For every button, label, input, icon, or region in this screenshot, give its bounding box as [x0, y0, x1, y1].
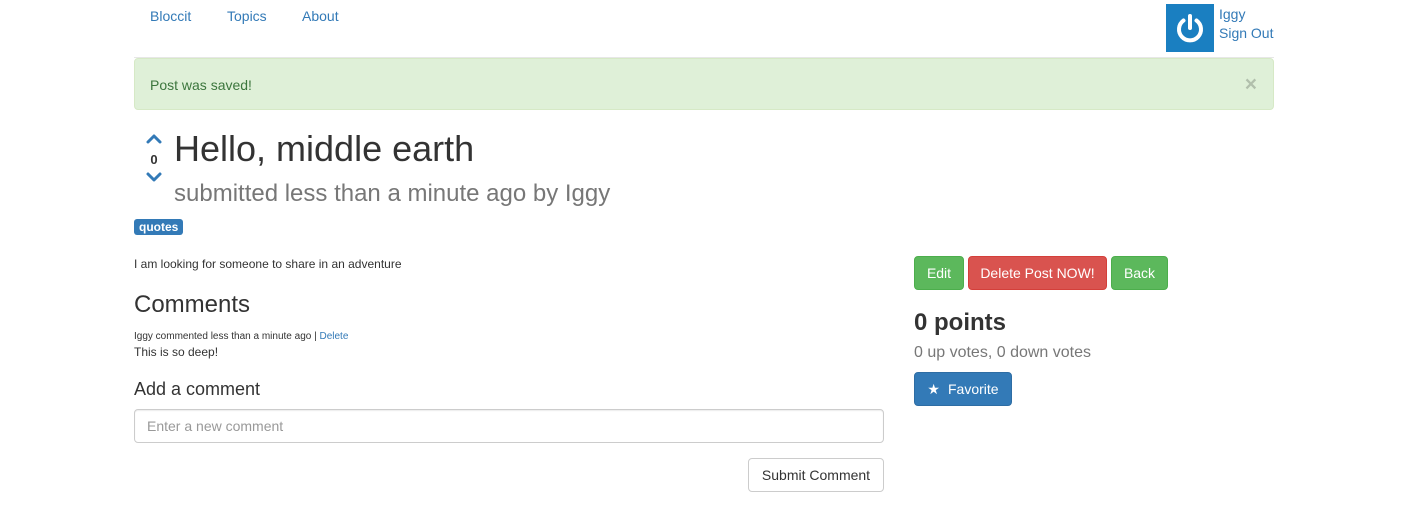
chevron-up-icon[interactable]	[145, 132, 163, 146]
nav-topics-link[interactable]: Topics	[227, 8, 267, 24]
post-body: I am looking for someone to share in an …	[134, 257, 402, 271]
user-menu: Iggy Sign Out	[1166, 4, 1274, 52]
nav-brand-link[interactable]: Bloccit	[150, 8, 191, 24]
points-total: 0 points	[914, 309, 1007, 336]
comments-heading: Comments	[134, 291, 251, 318]
chevron-down-icon[interactable]	[145, 170, 163, 184]
delete-post-button[interactable]: Delete Post NOW!	[968, 256, 1107, 290]
post-title: Hello, middle earth	[174, 128, 475, 169]
close-icon[interactable]: ×	[1245, 74, 1257, 95]
favorite-label: Favorite	[947, 381, 999, 397]
vote-widget: 0	[143, 130, 165, 190]
avatar[interactable]	[1166, 4, 1214, 52]
comment-meta-text: Iggy commented less than a minute ago |	[134, 331, 320, 342]
back-button[interactable]: Back	[1111, 256, 1168, 290]
comment-delete-link[interactable]: Delete	[319, 331, 348, 342]
nav-about-link[interactable]: About	[302, 8, 339, 24]
edit-button[interactable]: Edit	[914, 256, 964, 290]
alert-message: Post was saved!	[150, 77, 252, 93]
user-name-link[interactable]: Iggy	[1219, 6, 1245, 22]
comment-meta: Iggy commented less than a minute ago | …	[134, 331, 348, 342]
top-navbar: Bloccit Topics About Iggy Sign Out	[134, 0, 1274, 58]
submit-comment-button[interactable]: Submit Comment	[748, 458, 884, 492]
topic-label[interactable]: quotes	[134, 219, 184, 235]
star-icon: ★	[927, 380, 940, 397]
favorite-button[interactable]: ★ Favorite	[914, 372, 1012, 406]
comment-body: This is so deep!	[134, 345, 219, 359]
vote-breakdown: 0 up votes, 0 down votes	[914, 344, 1091, 361]
post-subtitle: submitted less than a minute ago by Iggy	[174, 180, 611, 207]
comment-input[interactable]	[134, 409, 884, 443]
success-alert: Post was saved! ×	[134, 58, 1274, 110]
vote-count: 0	[150, 152, 158, 167]
power-icon	[1177, 14, 1203, 43]
add-comment-heading: Add a comment	[134, 379, 261, 399]
sign-out-link[interactable]: Sign Out	[1219, 25, 1273, 41]
